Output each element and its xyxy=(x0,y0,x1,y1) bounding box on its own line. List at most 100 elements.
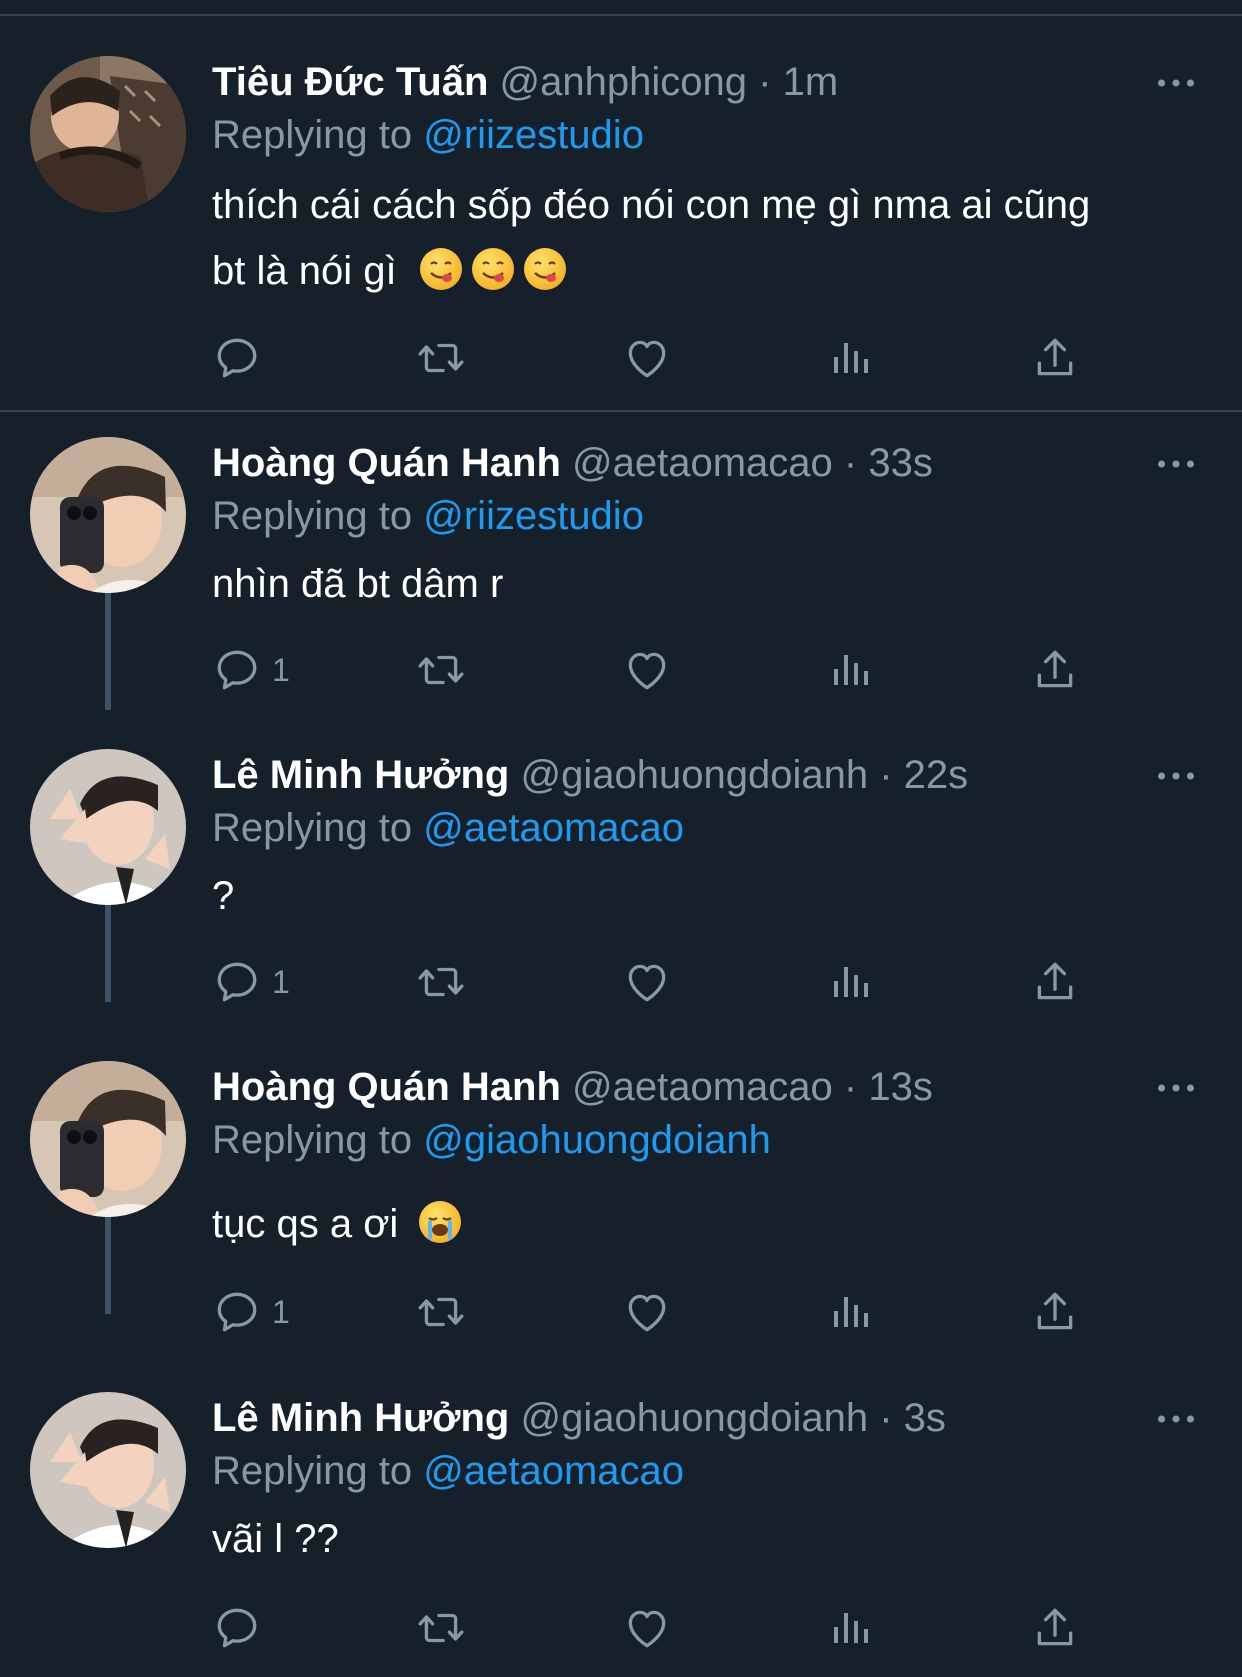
like-icon xyxy=(622,645,672,695)
timestamp[interactable]: 22s xyxy=(904,753,969,797)
separator-dot: · xyxy=(758,60,772,104)
timestamp[interactable]: 1m xyxy=(783,60,839,104)
replying-to: Replying to @riizestudio xyxy=(212,492,644,540)
like-button[interactable] xyxy=(622,645,672,695)
share-button[interactable] xyxy=(1030,957,1080,1007)
tweet-header: Hoàng Quán Hanh @aetaomacao · 33s xyxy=(212,439,933,487)
retweet-button[interactable] xyxy=(414,645,468,695)
reply-button[interactable] xyxy=(212,1603,272,1653)
tweet-header: Lê Minh Hưởng @giaohuongdoianh · 22s xyxy=(212,751,968,799)
username[interactable]: @giaohuongdoianh xyxy=(521,1396,869,1440)
timestamp[interactable]: 3s xyxy=(904,1396,946,1440)
avatar[interactable] xyxy=(30,56,186,212)
retweet-button[interactable] xyxy=(414,1287,468,1337)
crying-emoji-icon xyxy=(419,1201,462,1243)
reply-icon xyxy=(212,1603,262,1653)
mention-link[interactable]: @giaohuongdoianh xyxy=(423,1118,771,1162)
mention-link[interactable]: @riizestudio xyxy=(423,113,644,157)
more-icon[interactable] xyxy=(1156,1082,1196,1094)
reply-button[interactable]: 1 xyxy=(212,1287,290,1337)
views-button[interactable] xyxy=(826,1603,874,1651)
retweet-icon xyxy=(414,1603,468,1653)
like-button[interactable] xyxy=(622,333,672,383)
share-button[interactable] xyxy=(1030,645,1080,695)
avatar[interactable] xyxy=(30,749,186,905)
tweet-text: ? xyxy=(212,874,235,918)
replying-to-prefix: Replying to xyxy=(212,1449,413,1493)
mention-link[interactable]: @riizestudio xyxy=(423,494,644,538)
views-button[interactable] xyxy=(826,1287,874,1335)
yum-emoji-icon xyxy=(471,248,514,290)
tweet-text-line: thích cái cách sốp đéo nói con mẹ gì nma… xyxy=(212,183,1091,227)
reply-count: 1 xyxy=(272,1293,290,1330)
mention-link[interactable]: @aetaomacao xyxy=(423,806,684,850)
avatar[interactable] xyxy=(30,1061,186,1217)
retweet-icon xyxy=(414,957,468,1007)
tweet-actions: 1 xyxy=(212,1287,1112,1343)
retweet-button[interactable] xyxy=(414,333,468,383)
replying-to: Replying to @aetaomacao xyxy=(212,1447,684,1495)
retweet-button[interactable] xyxy=(414,957,468,1007)
share-button[interactable] xyxy=(1030,333,1080,383)
tweet-header: Tiêu Đức Tuấn @anhphicong · 1m xyxy=(212,58,838,106)
replying-to: Replying to @riizestudio xyxy=(212,111,644,159)
more-icon[interactable] xyxy=(1156,770,1196,782)
share-icon xyxy=(1030,645,1080,695)
more-icon[interactable] xyxy=(1156,77,1196,89)
tweet-text: nhìn đã bt dâm r xyxy=(212,562,504,606)
username[interactable]: @aetaomacao xyxy=(572,441,833,485)
display-name[interactable]: Lê Minh Hưởng xyxy=(212,753,509,797)
avatar[interactable] xyxy=(30,1392,186,1548)
like-button[interactable] xyxy=(622,1287,672,1337)
views-icon xyxy=(826,333,874,381)
separator-dot: · xyxy=(843,1065,858,1109)
retweet-button[interactable] xyxy=(414,1603,468,1653)
like-icon xyxy=(622,957,672,1007)
tweet-text-fragment: tục qs a ơi xyxy=(212,1202,399,1246)
timestamp[interactable]: 13s xyxy=(868,1065,933,1109)
reply-button[interactable]: 1 xyxy=(212,957,290,1007)
like-icon xyxy=(622,1287,672,1337)
views-icon xyxy=(826,957,874,1005)
reply-count: 1 xyxy=(272,963,290,1000)
reply-icon xyxy=(212,1287,262,1337)
like-icon xyxy=(622,333,672,383)
views-button[interactable] xyxy=(826,645,874,693)
views-button[interactable] xyxy=(826,957,874,1005)
display-name[interactable]: Hoàng Quán Hanh xyxy=(212,1065,561,1109)
username[interactable]: @giaohuongdoianh xyxy=(521,753,869,797)
separator-dot: · xyxy=(843,441,858,485)
more-icon[interactable] xyxy=(1156,1413,1196,1425)
display-name[interactable]: Tiêu Đức Tuấn xyxy=(212,60,488,104)
display-name[interactable]: Hoàng Quán Hanh xyxy=(212,441,561,485)
reply-button[interactable]: 1 xyxy=(212,645,290,695)
reply-icon xyxy=(212,333,262,383)
share-button[interactable] xyxy=(1030,1603,1080,1653)
more-icon[interactable] xyxy=(1156,458,1196,470)
username[interactable]: @anhphicong xyxy=(500,60,747,104)
reply-button[interactable] xyxy=(212,333,272,383)
display-name[interactable]: Lê Minh Hưởng xyxy=(212,1396,509,1440)
top-divider xyxy=(0,14,1242,16)
timestamp[interactable]: 33s xyxy=(868,441,933,485)
like-button[interactable] xyxy=(622,957,672,1007)
tweet-text-fragment: bt là nói gì xyxy=(212,249,397,293)
retweet-icon xyxy=(414,333,468,383)
like-button[interactable] xyxy=(622,1603,672,1653)
avatar[interactable] xyxy=(30,437,186,593)
tweet-divider xyxy=(0,410,1242,412)
views-icon xyxy=(826,1287,874,1335)
like-icon xyxy=(622,1603,672,1653)
views-icon xyxy=(826,1603,874,1651)
mention-link[interactable]: @aetaomacao xyxy=(423,1449,684,1493)
username[interactable]: @aetaomacao xyxy=(572,1065,833,1109)
share-icon xyxy=(1030,957,1080,1007)
tweet-header: Lê Minh Hưởng @giaohuongdoianh · 3s xyxy=(212,1394,946,1442)
retweet-icon xyxy=(414,1287,468,1337)
reply-icon xyxy=(212,957,262,1007)
views-button[interactable] xyxy=(826,333,874,381)
tweet-actions: 1 xyxy=(212,645,1112,701)
yum-emoji-icon xyxy=(523,248,566,290)
share-button[interactable] xyxy=(1030,1287,1080,1337)
tweet-actions: 1 xyxy=(212,957,1112,1013)
